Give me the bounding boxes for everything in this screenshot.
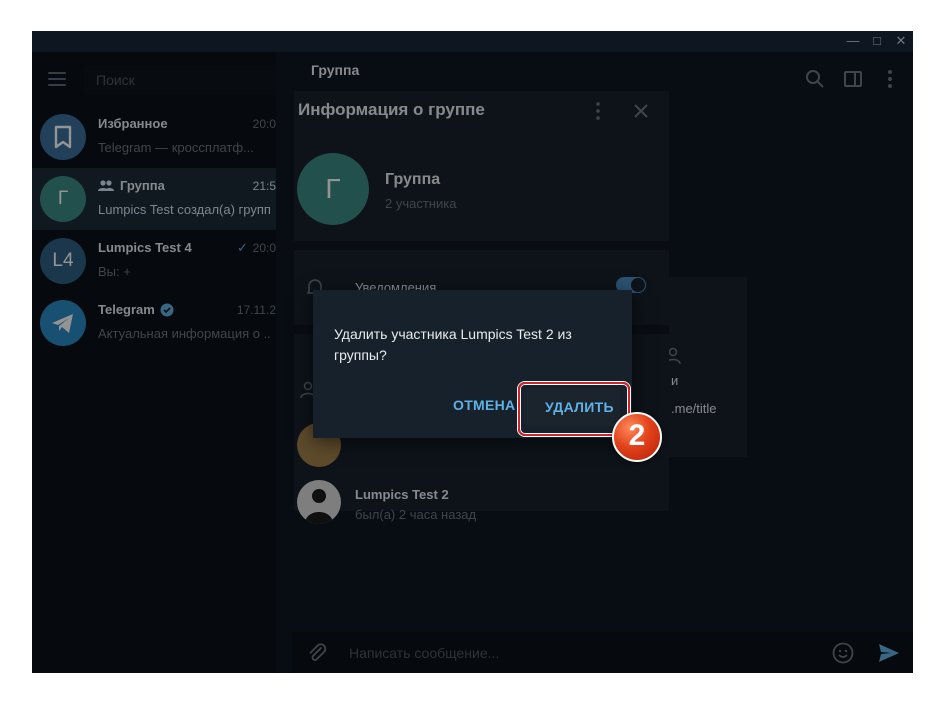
close-window-icon[interactable]: ✕ bbox=[893, 33, 909, 49]
telegram-window: — □ ✕ Избранное 20:0 Telegram — кросспла… bbox=[32, 31, 913, 673]
maximize-icon[interactable]: □ bbox=[869, 33, 885, 49]
delete-button[interactable]: УДАЛИТЬ bbox=[539, 398, 620, 416]
step-number-badge: 2 bbox=[612, 412, 662, 462]
cancel-button[interactable]: ОТМЕНА bbox=[447, 396, 521, 414]
title-bar: — □ ✕ bbox=[32, 31, 913, 52]
minimize-icon[interactable]: — bbox=[845, 33, 861, 49]
dialog-message: Удалить участника Lumpics Test 2 из груп… bbox=[334, 326, 572, 363]
